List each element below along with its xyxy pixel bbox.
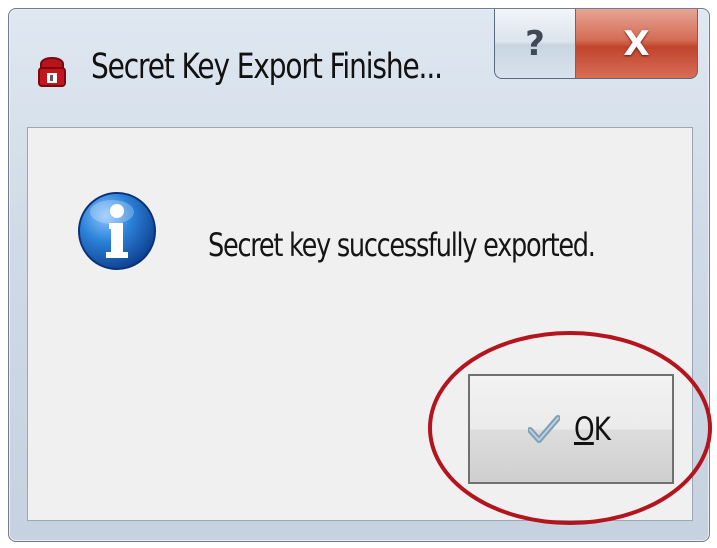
ok-button-label: OK	[573, 410, 611, 448]
help-label: ?	[525, 23, 545, 64]
ok-button[interactable]: OK	[468, 374, 674, 484]
close-icon: X	[623, 23, 650, 64]
checkmark-icon	[527, 415, 560, 443]
dialog-window: Secret Key Export Finishe... ? X Secret …	[8, 8, 710, 542]
dialog-content: Secret key successfully exported. OK	[27, 127, 693, 521]
message-text: Secret key successfully exported.	[208, 226, 596, 264]
title-bar[interactable]: Secret Key Export Finishe... ? X	[9, 9, 709, 124]
lock-icon	[38, 57, 66, 87]
caption-buttons: ? X	[494, 9, 698, 91]
help-button[interactable]: ?	[494, 9, 576, 79]
close-button[interactable]: X	[576, 9, 698, 79]
window-title: Secret Key Export Finishe...	[91, 47, 443, 87]
info-icon	[78, 192, 156, 270]
